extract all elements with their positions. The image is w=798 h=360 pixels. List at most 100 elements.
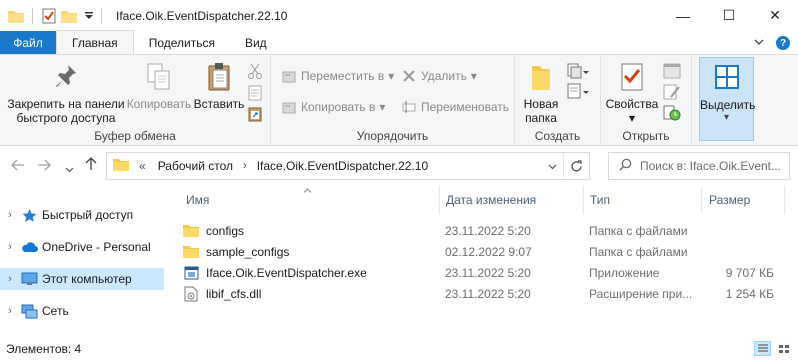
file-date: 23.11.2022 5:20	[445, 223, 531, 238]
new-item-icon[interactable]	[567, 63, 589, 82]
details-view-icon[interactable]	[754, 341, 771, 356]
back-arrow-icon[interactable]	[11, 158, 25, 174]
file-row[interactable]: libif_cfs.dll 23.11.2022 5:20 Расширение…	[183, 283, 783, 304]
refresh-icon[interactable]	[563, 153, 589, 179]
customize-toolbar-dropdown-icon[interactable]	[81, 8, 97, 24]
window-title: Iface.Oik.EventDispatcher.22.10	[116, 8, 288, 23]
large-icons-view-icon[interactable]	[775, 341, 792, 356]
breadcrumb-desktop[interactable]: Рабочий стол	[158, 159, 233, 173]
file-row[interactable]: sample_configs 02.12.2022 9:07 Папка с ф…	[183, 241, 783, 262]
paste-button[interactable]: Вставить	[192, 61, 246, 111]
new-folder-button[interactable]: Новая папка	[521, 61, 561, 125]
chevron-down-icon: ▾	[628, 111, 636, 125]
delete-label: Удалить	[421, 69, 467, 83]
nav-item-this-pc[interactable]: › Этот компьютер	[0, 268, 164, 290]
column-divider[interactable]	[439, 186, 440, 214]
address-dropdown-icon[interactable]	[541, 159, 563, 173]
tab-home[interactable]: Главная	[56, 30, 134, 54]
file-type: Папка с файлами	[589, 223, 688, 238]
chevron-down-icon: ▾	[379, 100, 386, 114]
paste-shortcut-icon[interactable]	[248, 106, 262, 125]
up-arrow-icon[interactable]	[85, 157, 97, 174]
rename-label: Переименовать	[421, 100, 509, 114]
cut-icon[interactable]	[248, 63, 262, 82]
close-button[interactable]: ✕	[752, 0, 798, 31]
file-row[interactable]: configs 23.11.2022 5:20 Папка с файлами	[183, 220, 783, 241]
expand-chevron-icon[interactable]: ›	[0, 273, 20, 285]
new-group: Новая папка Создать	[515, 55, 601, 146]
column-header-type[interactable]: Тип	[590, 186, 610, 214]
file-list-header: Имя Дата изменения Тип Размер	[172, 186, 798, 214]
column-header-date[interactable]: Дата изменения	[446, 186, 536, 214]
paste-icon	[203, 61, 235, 93]
copy-to-button[interactable]: Копировать в ▾	[281, 99, 385, 115]
recent-locations-icon[interactable]	[65, 160, 74, 176]
pin-quick-access-button[interactable]: Закрепить на панели быстрого доступа	[6, 61, 126, 125]
expand-chevron-icon[interactable]: ›	[0, 209, 20, 221]
minimize-button[interactable]: —	[660, 0, 706, 31]
chevron-down-icon: ▾	[723, 112, 730, 123]
file-row[interactable]: Iface.Oik.EventDispatcher.exe 23.11.2022…	[183, 262, 783, 283]
select-label: Выделить	[700, 98, 756, 112]
nav-item-label: Быстрый доступ	[42, 208, 134, 222]
nav-item-quick-access[interactable]: › Быстрый доступ	[0, 204, 164, 226]
navigation-bar: « Рабочий стол › Iface.Oik.EventDispatch…	[0, 152, 798, 180]
column-header-size[interactable]: Размер	[709, 186, 750, 214]
address-bar[interactable]: « Рабочий стол › Iface.Oik.EventDispatch…	[106, 152, 590, 180]
search-input[interactable]	[640, 159, 789, 173]
file-date: 23.11.2022 5:20	[445, 286, 531, 301]
forward-arrow-icon[interactable]	[37, 158, 51, 174]
rename-icon	[401, 99, 417, 115]
expand-ribbon-icon[interactable]	[754, 36, 764, 50]
expand-chevron-icon[interactable]: ›	[0, 305, 20, 317]
column-divider[interactable]	[583, 186, 584, 214]
maximize-button[interactable]: ☐	[706, 0, 752, 31]
select-button[interactable]: Выделить ▾	[699, 57, 756, 141]
history-icon[interactable]	[663, 105, 681, 124]
edit-icon[interactable]	[663, 84, 681, 103]
breadcrumb-current-folder[interactable]: Iface.Oik.EventDispatcher.22.10	[257, 159, 428, 173]
move-to-button[interactable]: Переместить в ▾	[281, 68, 394, 84]
file-size: 1 254 КБ	[725, 286, 774, 301]
new-group-label: Создать	[534, 129, 581, 143]
easy-access-icon[interactable]	[567, 83, 589, 102]
tab-file[interactable]: Файл	[0, 31, 56, 54]
item-count: Элементов: 4	[6, 342, 82, 356]
column-divider[interactable]	[701, 186, 702, 214]
copy-button[interactable]: Копировать	[126, 61, 192, 111]
breadcrumb-overflow[interactable]: «	[139, 159, 146, 173]
cloud-icon	[20, 239, 38, 255]
search-box[interactable]	[608, 152, 790, 180]
expand-chevron-icon[interactable]: ›	[0, 241, 20, 253]
copy-to-icon	[281, 99, 297, 115]
nav-item-network[interactable]: › Сеть	[0, 300, 164, 322]
rename-button[interactable]: Переименовать	[401, 99, 509, 115]
properties-quick-icon[interactable]	[41, 8, 57, 24]
search-icon	[619, 158, 632, 174]
move-to-label: Переместить в	[301, 69, 385, 83]
help-icon[interactable]: ?	[776, 36, 790, 50]
tab-share[interactable]: Поделиться	[134, 31, 230, 54]
folder-icon	[113, 158, 129, 174]
tab-view[interactable]: Вид	[230, 31, 282, 54]
nav-item-label: OneDrive - Personal	[42, 240, 151, 254]
folder-icon	[183, 244, 199, 260]
file-date: 02.12.2022 9:07	[445, 244, 532, 259]
column-header-name[interactable]: Имя	[186, 186, 209, 214]
column-divider[interactable]	[784, 186, 785, 214]
organize-group: Переместить в ▾ Копировать в ▾ Удалить ▾…	[271, 55, 515, 146]
dll-icon	[183, 286, 199, 302]
open-icon[interactable]	[663, 63, 681, 82]
breadcrumb-chevron-icon[interactable]: ›	[243, 160, 247, 172]
copy-to-label: Копировать в	[301, 100, 376, 114]
file-name: Iface.Oik.EventDispatcher.exe	[206, 265, 367, 280]
delete-button[interactable]: Удалить ▾	[401, 68, 477, 84]
nav-item-onedrive[interactable]: › OneDrive - Personal	[0, 236, 164, 258]
quick-access-toolbar	[0, 7, 97, 24]
properties-label: Свойства	[605, 97, 659, 111]
new-folder-quick-icon[interactable]	[61, 8, 77, 24]
file-name: libif_cfs.dll	[206, 286, 262, 301]
properties-button[interactable]: Свойства ▾	[603, 61, 661, 125]
copy-icon	[143, 61, 175, 93]
copy-path-icon[interactable]	[248, 85, 262, 104]
